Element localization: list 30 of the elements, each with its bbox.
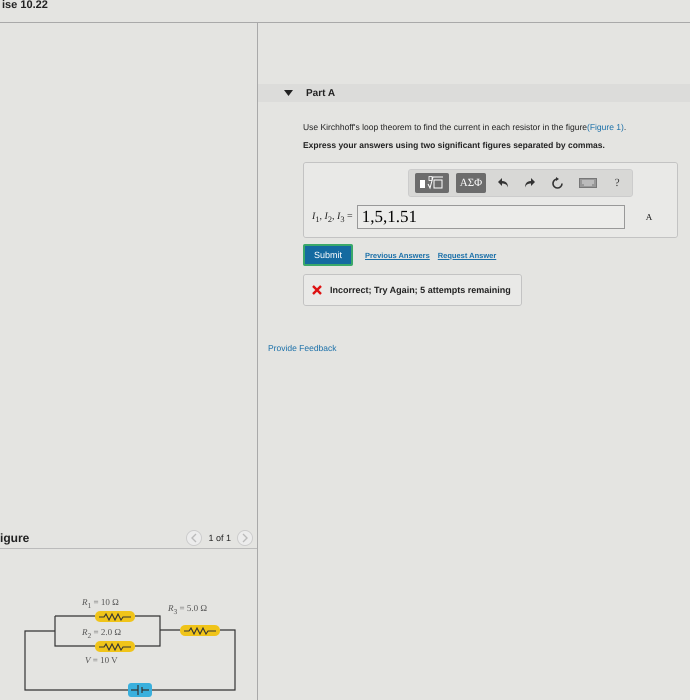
component-label: R$_{2}$ = 2.0 Ω <box>82 627 122 640</box>
page-title: ise 10.22 <box>2 0 48 11</box>
figure-link[interactable]: (Figure 1) <box>587 122 624 132</box>
component-label: R$_{3}$ = 5.0 Ω <box>168 603 208 616</box>
answer-field[interactable]: 1,5,1.51 <box>356 205 625 229</box>
redo-icon[interactable] <box>524 177 536 189</box>
symbols-button[interactable]: ΑΣΦ <box>456 173 486 193</box>
part-title: Part A <box>306 88 336 98</box>
reset-icon[interactable] <box>551 176 564 190</box>
resistor-icon <box>95 611 135 622</box>
component-label: V = 10 V <box>85 655 118 665</box>
keyboard-icon[interactable] <box>579 178 598 188</box>
resistor-icon <box>95 641 135 652</box>
component-label: R$_{1}$ = 10 Ω <box>82 597 119 610</box>
templates-icon[interactable] <box>418 176 445 190</box>
figure-heading: igure <box>0 531 30 545</box>
caret-icon[interactable] <box>284 90 293 96</box>
page-counter: 1 of 1 <box>208 533 231 543</box>
battery-icon <box>128 683 152 697</box>
templates-button[interactable] <box>414 173 449 193</box>
instruction-text: Express your answers using two significant figures separated by commas. <box>303 140 606 150</box>
submit-button[interactable]: Submit <box>303 244 354 266</box>
help-button[interactable]: ? <box>608 173 626 193</box>
feedback-message: Incorrect; Try Again; 5 attempts remaining <box>330 285 511 295</box>
resistor-icon <box>180 625 220 636</box>
undo-icon[interactable] <box>497 177 510 189</box>
unit-label: A <box>644 212 654 222</box>
provide-feedback-link[interactable]: Provide Feedback <box>268 343 337 353</box>
answer-label: I$_{1}$, I$_{2}$, I$_{3}$ = <box>312 210 353 224</box>
question-text: Use Kirchhoff's loop theorem to find the current in each resistor in the figure(Figure 1). <box>303 122 628 132</box>
